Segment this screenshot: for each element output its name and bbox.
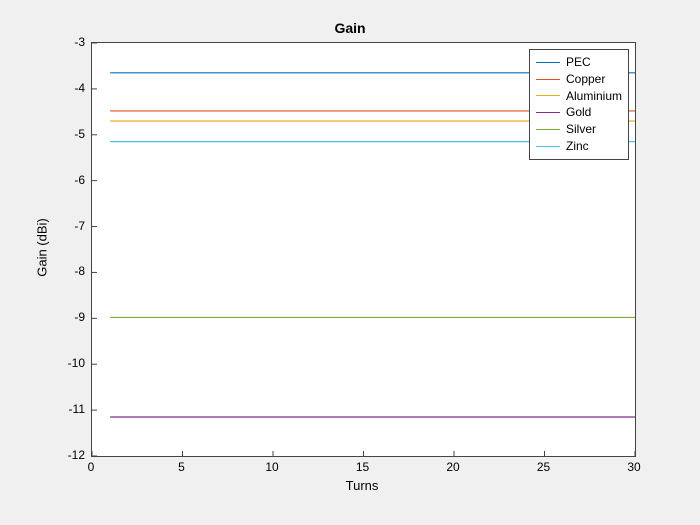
y-tick-label: -3 [55, 35, 85, 49]
legend-swatch [536, 62, 560, 63]
legend-swatch [536, 112, 560, 113]
legend-swatch [536, 129, 560, 130]
x-axis-label: Turns [312, 478, 412, 493]
legend[interactable]: PECCopperAluminiumGoldSilverZinc [529, 49, 629, 160]
legend-entry[interactable]: Aluminium [536, 88, 622, 105]
x-tick-label: 25 [537, 460, 550, 474]
legend-entry[interactable]: Gold [536, 104, 622, 121]
x-tick-label: 30 [627, 460, 640, 474]
y-tick-label: -9 [55, 310, 85, 324]
y-tick-label: -5 [55, 127, 85, 141]
y-tick-label: -10 [55, 356, 85, 370]
legend-swatch [536, 79, 560, 80]
figure: Gain PECCopperAluminiumGoldSilverZinc Ga… [0, 0, 700, 525]
chart-title: Gain [0, 20, 700, 36]
axes: PECCopperAluminiumGoldSilverZinc [91, 42, 636, 457]
x-tick-label: 0 [88, 460, 95, 474]
y-tick-label: -6 [55, 173, 85, 187]
y-tick-label: -4 [55, 81, 85, 95]
legend-swatch [536, 95, 560, 96]
y-tick-label: -8 [55, 264, 85, 278]
legend-label: PEC [566, 54, 591, 71]
legend-entry[interactable]: PEC [536, 54, 622, 71]
x-tick-label: 20 [446, 460, 459, 474]
y-tick-label: -7 [55, 219, 85, 233]
legend-label: Gold [566, 104, 591, 121]
legend-entry[interactable]: Zinc [536, 138, 622, 155]
legend-label: Silver [566, 121, 596, 138]
y-tick-label: -12 [55, 448, 85, 462]
y-axis-label: Gain (dBi) [35, 218, 50, 278]
legend-label: Copper [566, 71, 605, 88]
legend-swatch [536, 146, 560, 147]
legend-entry[interactable]: Copper [536, 71, 622, 88]
x-tick-label: 5 [178, 460, 185, 474]
y-tick-label: -11 [55, 402, 85, 416]
legend-label: Aluminium [566, 88, 622, 105]
x-tick-label: 10 [265, 460, 278, 474]
legend-entry[interactable]: Silver [536, 121, 622, 138]
legend-label: Zinc [566, 138, 589, 155]
x-tick-label: 15 [356, 460, 369, 474]
